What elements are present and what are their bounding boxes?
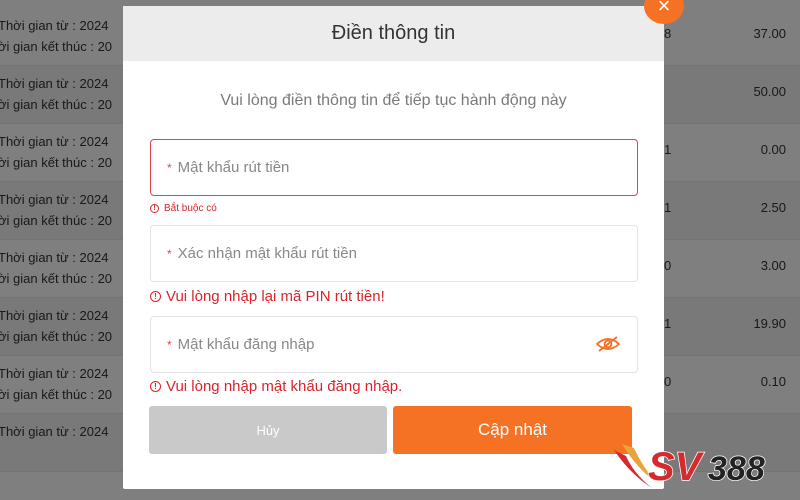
login-password-placeholder: Mật khẩu đăng nhập	[177, 336, 315, 353]
confirm-withdraw-password-placeholder: Xác nhận mật khẩu rút tiền	[177, 245, 357, 262]
modal-title: Điền thông tin	[331, 22, 456, 44]
required-mark: *	[167, 160, 172, 175]
error-text: Bắt buộc có	[164, 203, 217, 214]
modal-header: Điền thông tin	[123, 6, 664, 61]
update-button[interactable]: Cập nhật	[393, 406, 632, 454]
info-icon: !	[150, 381, 161, 392]
cancel-button[interactable]: Hủy	[149, 406, 387, 454]
login-password-field[interactable]: * Mật khẩu đăng nhập	[150, 316, 638, 373]
required-mark: *	[167, 246, 172, 261]
withdraw-password-error: ! Bắt buộc có	[150, 203, 217, 214]
withdraw-password-placeholder: Mật khẩu rút tiền	[177, 159, 290, 176]
sv388-logo: SV 388	[614, 444, 766, 490]
withdraw-password-field[interactable]: * Mật khẩu rút tiền	[150, 139, 638, 196]
info-modal: Điền thông tin Vui lòng điền thông tin đ…	[123, 6, 664, 489]
required-mark: *	[167, 337, 172, 352]
confirm-withdraw-password-field[interactable]: * Xác nhận mật khẩu rút tiền	[150, 225, 638, 282]
login-password-error: ! Vui lòng nhập mật khẩu đăng nhập.	[150, 378, 402, 395]
logo-sv-text: SV	[648, 445, 705, 489]
modal-subtitle: Vui lòng điền thông tin để tiếp tục hành…	[220, 92, 567, 109]
eye-icon[interactable]	[595, 334, 621, 354]
error-text: Vui lòng nhập lại mã PIN rút tiền!	[166, 288, 385, 305]
info-icon: !	[150, 204, 159, 213]
error-text: Vui lòng nhập mật khẩu đăng nhập.	[166, 378, 403, 395]
confirm-withdraw-password-error: ! Vui lòng nhập lại mã PIN rút tiền!	[150, 288, 385, 305]
info-icon: !	[150, 291, 161, 302]
logo-number-text: 388	[708, 450, 765, 488]
close-icon: ×	[657, 0, 671, 18]
